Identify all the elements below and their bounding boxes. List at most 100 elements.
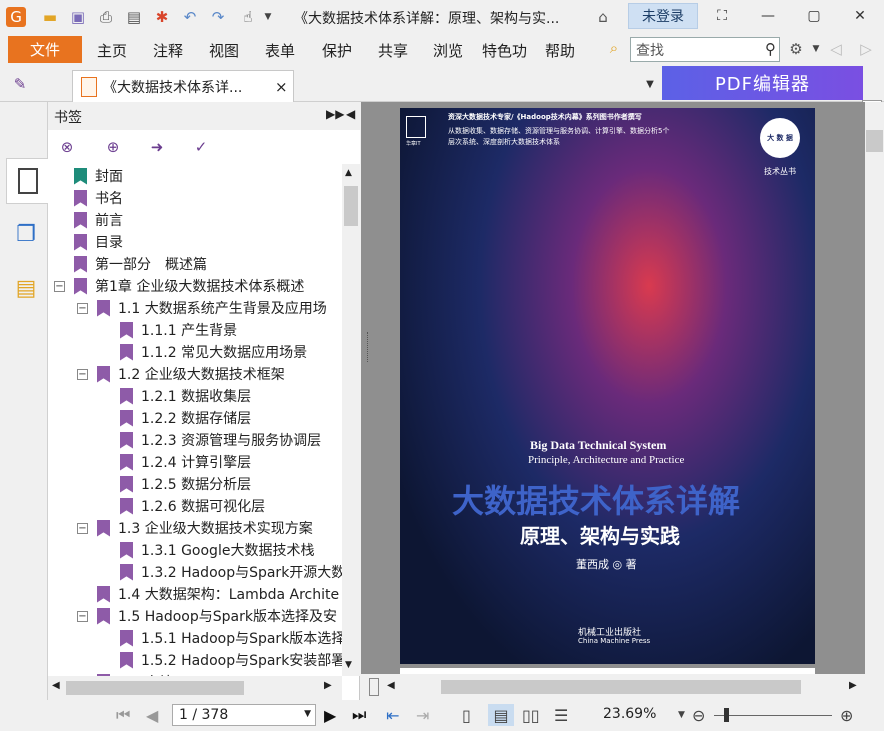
expand-panel-icon[interactable]: ▶▶ [326, 107, 344, 121]
bookmark-item[interactable]: 1.4 大数据架构：Lambda Archite [97, 583, 339, 605]
scroll-left-icon[interactable]: ◀ [52, 680, 60, 691]
menu-comment[interactable]: 注释 [153, 40, 183, 61]
maximize-button[interactable]: ▢ [802, 5, 826, 27]
tab-close-icon[interactable]: × [275, 78, 288, 96]
save-icon[interactable]: ▣ [68, 7, 88, 27]
shirt-skin-icon[interactable]: ⌂ [593, 7, 613, 27]
menu-form[interactable]: 表单 [265, 40, 295, 61]
delete-bookmark-icon[interactable]: ⊗ [56, 136, 78, 158]
bookmark-item[interactable]: 1.5 Hadoop与Spark版本选择及安 [97, 605, 337, 627]
goto-bookmark-icon[interactable]: ➜ [146, 136, 168, 158]
bookmark-item[interactable]: 第1章 企业级大数据技术体系概述 [74, 275, 304, 297]
bookmark-item[interactable]: 1.1.2 常见大数据应用场景 [120, 341, 307, 363]
menu-help[interactable]: 帮助 [545, 40, 575, 61]
tree-collapse-toggle[interactable]: − [77, 369, 88, 380]
bookmark-horizontal-scrollbar[interactable]: ◀ ▶ [48, 676, 342, 700]
zoom-in-icon[interactable]: ⊕ [840, 704, 853, 726]
bookmark-item[interactable]: 1.3.2 Hadoop与Spark开源大数 [120, 561, 342, 583]
zoom-slider-thumb[interactable] [724, 708, 729, 722]
nav-back-icon[interactable]: ◁ [826, 39, 846, 59]
print-icon[interactable]: ⎙ [96, 7, 116, 27]
bookmark-item[interactable]: 1.2.4 计算引擎层 [120, 451, 251, 473]
first-page-icon[interactable]: ⏮ [116, 704, 130, 726]
new-icon[interactable]: ✱ [152, 7, 172, 27]
sign-icon[interactable]: ✎ [10, 74, 30, 94]
scroll-right-icon[interactable]: ▶ [324, 680, 332, 691]
bookmark-item[interactable]: 1.3 企业级大数据技术实现方案 [97, 517, 313, 539]
doc-scroll-left-icon[interactable]: ◀ [387, 680, 395, 691]
scroll-thumb[interactable] [344, 186, 358, 226]
zoom-out-icon[interactable]: ⊖ [692, 704, 705, 726]
menu-features[interactable]: 特色功 [482, 40, 527, 61]
add-bookmark-icon[interactable]: ⊕ [102, 136, 124, 158]
previous-page-icon[interactable]: ◀ [146, 704, 158, 726]
bookmark-vertical-scrollbar[interactable]: ▲ ▼ [342, 164, 360, 676]
next-page-icon[interactable]: ▶ [324, 704, 336, 726]
bookmark-item[interactable]: 1.2.6 数据可视化层 [120, 495, 265, 517]
dropdown-icon[interactable]: ▼ [258, 7, 278, 27]
menu-share[interactable]: 共享 [378, 40, 408, 61]
bookmark-item[interactable]: 书名 [74, 187, 123, 209]
settings-dropdown-icon[interactable]: ▼ [806, 39, 826, 59]
document-horizontal-scrollbar[interactable]: ◀ ▶ [361, 674, 884, 700]
pdf-editor-banner[interactable]: PDF编辑器 [662, 66, 863, 100]
bookmark-item[interactable]: 1.1 大数据系统产生背景及应用场 [97, 297, 327, 319]
bookmark-item[interactable]: 封面 [74, 165, 123, 187]
bookmark-item[interactable]: 1.2.3 资源管理与服务协调层 [120, 429, 321, 451]
zoom-dropdown-icon[interactable]: ▼ [678, 704, 685, 726]
search-input[interactable]: 查找 ⚲ [630, 37, 780, 62]
document-view[interactable]: 华章IT 资深大数据技术专家/《Hadoop技术内幕》系列图书作者撰写 从数据收… [361, 102, 865, 674]
find-folder-icon[interactable]: ⌕ [604, 38, 624, 58]
scroll-down-icon[interactable]: ▼ [345, 660, 352, 670]
bookmark-item[interactable]: 1.3.1 Google大数据技术栈 [120, 539, 314, 561]
menu-browse[interactable]: 浏览 [433, 40, 463, 61]
open-icon[interactable]: ▬ [40, 7, 60, 27]
search-icon[interactable]: ⚲ [765, 40, 776, 58]
tree-collapse-toggle[interactable]: − [77, 303, 88, 314]
properties-icon[interactable]: ▤ [124, 7, 144, 27]
doc-hscroll-thumb[interactable] [441, 680, 801, 694]
doc-scroll-right-icon[interactable]: ▶ [849, 680, 857, 691]
bookmark-item[interactable]: 前言 [74, 209, 123, 231]
hand-tool-icon[interactable]: ☝ [238, 7, 258, 27]
bookmark-options-icon[interactable]: ✓ [190, 136, 212, 158]
bookmark-item[interactable]: 目录 [74, 231, 123, 253]
document-tab[interactable]: 《大数据技术体系详... × [72, 70, 294, 102]
zoom-level[interactable]: 23.69% [603, 706, 656, 722]
file-menu-button[interactable]: 文件 [8, 36, 82, 63]
previous-view-icon[interactable]: ⇤ [386, 704, 399, 726]
collapse-panel-icon[interactable]: ◀ [346, 107, 355, 121]
bookmark-item[interactable]: 1.2.5 数据分析层 [120, 473, 251, 495]
comments-icon[interactable]: ▤ [8, 270, 44, 306]
doc-scroll-thumb[interactable] [866, 130, 883, 152]
hscroll-box[interactable] [369, 678, 379, 696]
scroll-up-icon[interactable]: ▲ [345, 168, 352, 178]
single-page-icon[interactable]: ▯ [462, 704, 471, 726]
bookmark-item[interactable]: 1.5.1 Hadoop与Spark版本选择 [120, 627, 342, 649]
gear-icon[interactable]: ⚙ [786, 39, 806, 59]
bookmark-item[interactable]: 1.5.2 Hadoop与Spark安装部署 [120, 649, 342, 671]
splitter-handle[interactable] [367, 332, 371, 362]
continuous-page-icon[interactable]: ▤ [488, 704, 514, 726]
zoom-slider-track[interactable] [714, 715, 832, 716]
page-number-input[interactable]: 1 / 378 ▼ [172, 704, 316, 726]
nav-forward-icon[interactable]: ▷ [856, 39, 876, 59]
redo-icon[interactable]: ↷ [208, 7, 228, 27]
fullscreen-icon[interactable]: ⛶ [710, 5, 734, 27]
tree-collapse-toggle[interactable]: − [54, 281, 65, 292]
tree-collapse-toggle[interactable]: − [77, 523, 88, 534]
app-logo-icon[interactable]: G [6, 7, 26, 27]
facing-page-icon[interactable]: ▯▯ [522, 704, 540, 726]
bookmark-item[interactable]: 1.2.2 数据存储层 [120, 407, 251, 429]
bookmark-item[interactable]: 1.2 企业级大数据技术框架 [97, 363, 285, 385]
thumbnails-icon[interactable]: ❐ [8, 216, 44, 252]
next-view-icon[interactable]: ⇥ [416, 704, 429, 726]
hscroll-thumb[interactable] [66, 681, 244, 695]
last-page-icon[interactable]: ⏭ [352, 704, 366, 726]
tree-collapse-toggle[interactable]: − [77, 611, 88, 622]
menu-view[interactable]: 视图 [209, 40, 239, 61]
bookmark-item[interactable]: 1.2.1 数据收集层 [120, 385, 251, 407]
tab-list-dropdown-icon[interactable]: ▼ [640, 74, 660, 94]
bookmark-item[interactable]: 1.1.1 产生背景 [120, 319, 237, 341]
menu-protect[interactable]: 保护 [322, 40, 352, 61]
